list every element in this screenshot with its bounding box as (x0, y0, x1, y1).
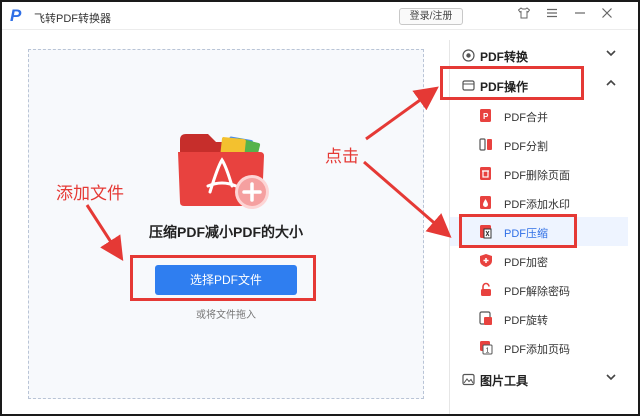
annotation-click: 点击 (325, 147, 359, 167)
image-icon (462, 373, 475, 386)
tool-pdf-rotate[interactable]: PDF旋转 (450, 304, 628, 333)
tool-pdf-encrypt[interactable]: PDF加密 (450, 246, 628, 275)
annotation-add-file: 添加文件 (56, 184, 124, 204)
highlight-pdf-operations (440, 66, 584, 100)
unlock-icon (481, 282, 491, 296)
convert-icon (462, 49, 475, 62)
watermark-icon (480, 196, 491, 209)
login-register-button[interactable]: 登录/注册 (399, 8, 463, 25)
tool-pdf-merge[interactable]: P PDF合并 (450, 101, 628, 130)
chevron-down-icon (606, 50, 616, 57)
merge-icon: P (480, 109, 491, 122)
menu-icon[interactable] (543, 6, 561, 24)
app-logo-icon: P (10, 6, 22, 25)
close-icon[interactable] (598, 6, 616, 24)
page-number-icon: 1 (480, 341, 493, 355)
title-bar: P 飞转PDF转换器 登录/注册 (2, 2, 638, 30)
chevron-down-icon (606, 374, 616, 381)
pdf-folder-icon (178, 134, 269, 209)
drag-hint-text: 或将文件拖入 (196, 310, 256, 321)
encrypt-icon (480, 254, 492, 267)
drop-zone-title: 压缩PDF减小PDF的大小 (149, 224, 303, 240)
minimize-icon[interactable] (571, 6, 589, 24)
tool-label: PDF合并 (504, 112, 548, 124)
highlight-select-button (130, 255, 316, 301)
highlight-pdf-compress (459, 214, 577, 248)
tool-label: PDF删除页面 (504, 170, 570, 182)
app-window: P 飞转PDF转换器 登录/注册 压缩PDF减小PDF的大小 选择PDF文件 或… (0, 0, 640, 416)
rotate-icon (479, 311, 492, 325)
category-label: 图片工具 (480, 374, 529, 388)
tool-label: PDF添加页码 (504, 344, 570, 356)
split-icon (479, 138, 492, 151)
tool-label: PDF解除密码 (504, 286, 570, 298)
tool-pdf-add-page-number[interactable]: 1 PDF添加页码 (450, 333, 628, 362)
chevron-up-icon (606, 79, 616, 86)
tool-label: PDF加密 (504, 257, 548, 269)
delete-page-icon (480, 167, 491, 180)
category-image-tools[interactable]: 图片工具 (450, 364, 628, 394)
tshirt-icon (517, 7, 531, 19)
tool-label: PDF旋转 (504, 315, 548, 327)
tool-pdf-remove-password[interactable]: PDF解除密码 (450, 275, 628, 304)
tool-label: PDF添加水印 (504, 199, 570, 211)
app-title: 飞转PDF转换器 (34, 13, 111, 25)
tool-label: PDF分割 (504, 141, 548, 153)
svg-text:P: P (483, 112, 489, 121)
svg-text:1: 1 (486, 348, 490, 355)
skin-icon[interactable] (515, 6, 533, 24)
category-label: PDF转换 (480, 50, 529, 64)
tool-pdf-delete-page[interactable]: PDF删除页面 (450, 159, 628, 188)
tool-pdf-watermark[interactable]: PDF添加水印 (450, 188, 628, 217)
tool-pdf-split[interactable]: PDF分割 (450, 130, 628, 159)
